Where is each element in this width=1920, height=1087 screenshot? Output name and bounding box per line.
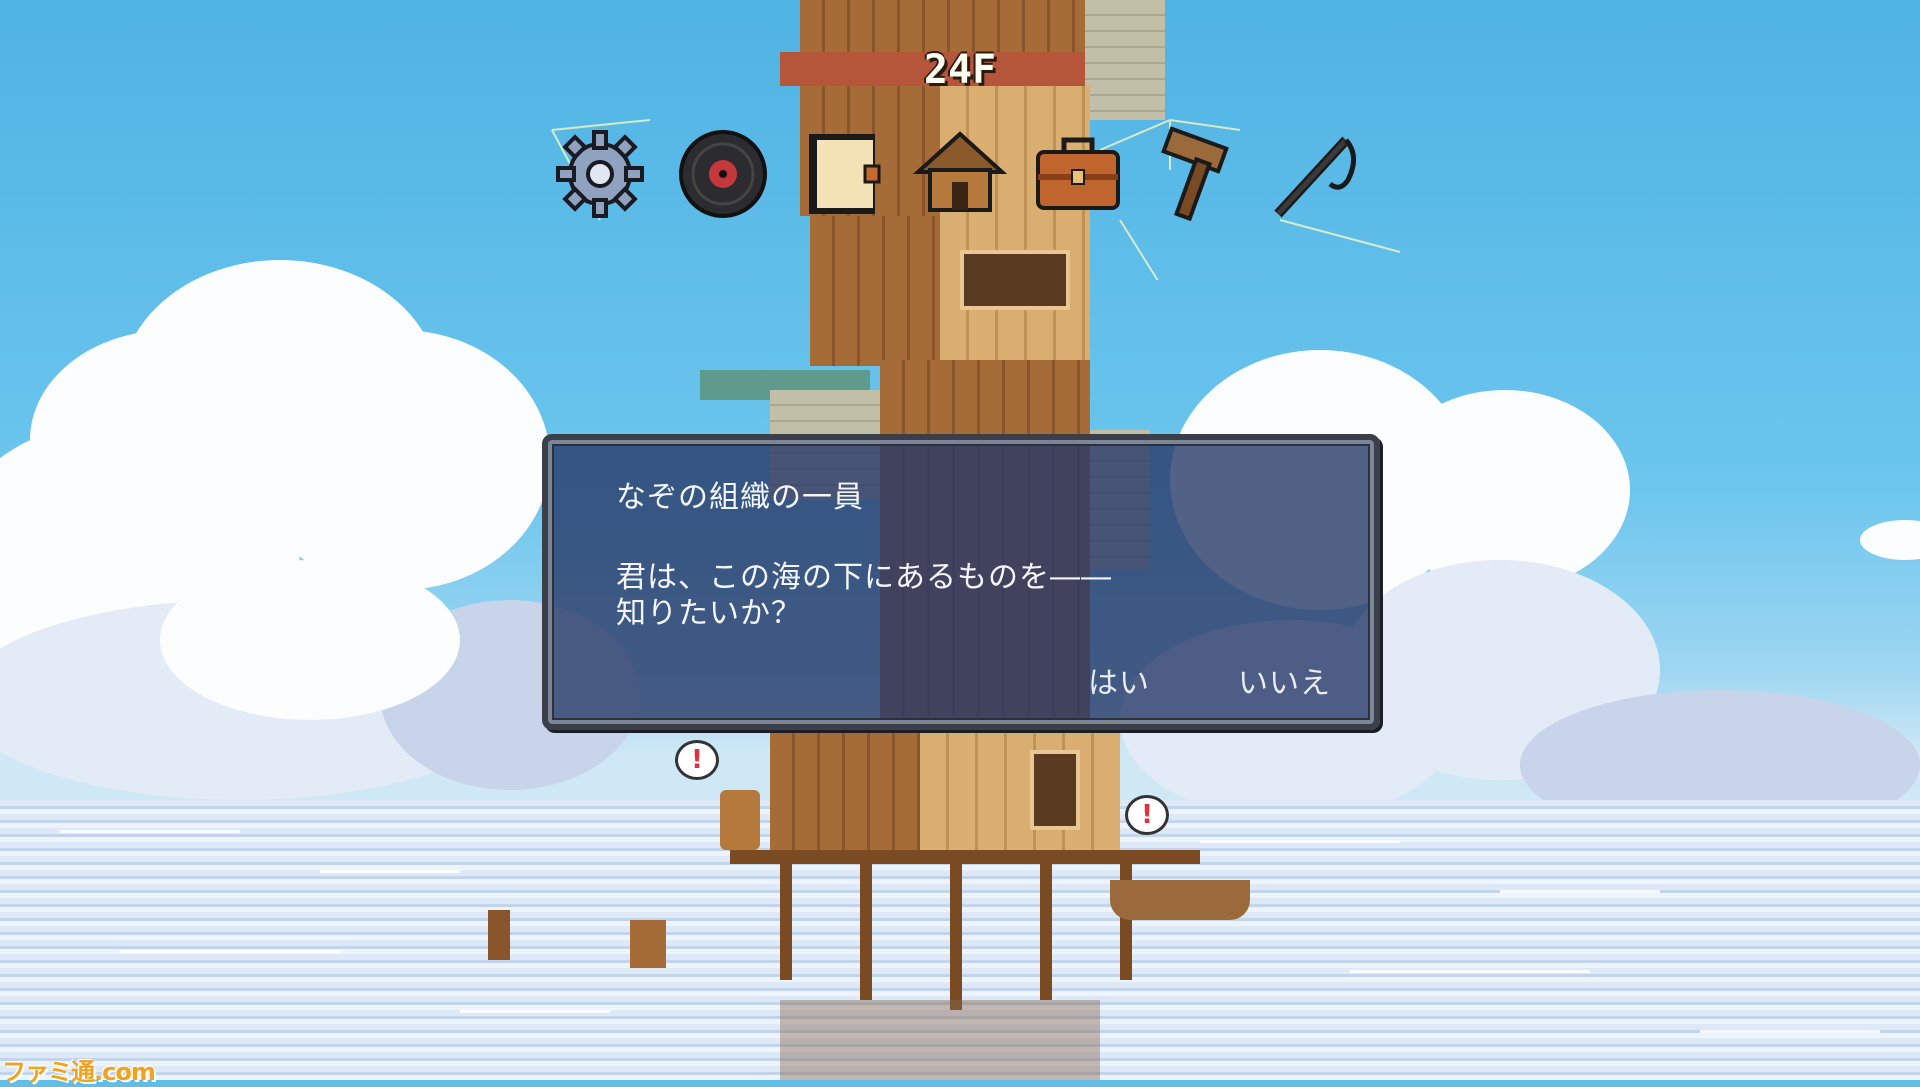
alert-symbol: ! [1141, 800, 1153, 830]
npc-alert-right: ! [1125, 795, 1169, 835]
dialog-line-2: 知りたいか？ [616, 596, 802, 631]
home-button[interactable] [912, 126, 1008, 222]
inventory-button[interactable] [1030, 126, 1126, 222]
watermark-logo: ファミ通.com [2, 1058, 156, 1086]
book-icon [809, 134, 881, 214]
toolbar [540, 110, 1400, 280]
journal-button[interactable] [795, 126, 891, 222]
hammer-icon [1161, 126, 1229, 222]
house-icon [912, 131, 1008, 212]
choice-no-button[interactable]: いいえ [1238, 658, 1331, 702]
settings-button[interactable] [552, 126, 648, 222]
fishing-rod-icon [1274, 136, 1356, 218]
fishing-button[interactable] [1268, 126, 1364, 222]
gear-icon [556, 130, 644, 218]
floating-barrel [488, 910, 510, 960]
briefcase-icon [1036, 137, 1120, 210]
dialog-box: なぞの組織の一員 君は、この海の下にあるものを―― 知りたいか？ はい いいえ [542, 434, 1380, 730]
npc-alert-left: ! [675, 740, 719, 780]
record-disc-icon [679, 130, 767, 218]
choice-yes-button[interactable]: はい [1088, 658, 1150, 702]
fisher-npc[interactable] [720, 790, 760, 850]
build-button[interactable] [1148, 126, 1244, 222]
floating-barrel [630, 920, 666, 968]
alert-symbol: ! [691, 745, 703, 775]
floor-indicator: 24F [923, 47, 997, 93]
speaker-name: なぞの組織の一員 [616, 480, 864, 515]
music-button[interactable] [675, 126, 771, 222]
